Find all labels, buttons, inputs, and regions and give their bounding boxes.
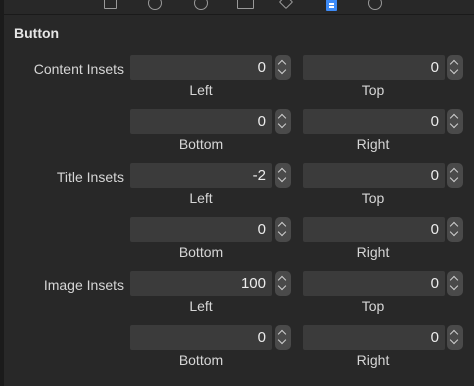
attributes-inspector: Button Content Insets 0 0 Left Top 0 0 B… [0, 0, 474, 386]
chevron-down-icon [449, 227, 459, 237]
content-insets-top-field[interactable]: 0 [303, 55, 445, 80]
chevron-down-icon [277, 335, 287, 345]
field-value: 100 [240, 275, 266, 292]
section-title: Button [14, 25, 60, 41]
chevron-down-icon [277, 173, 287, 183]
title-insets-top-stepper[interactable] [447, 163, 463, 188]
image-insets-bottom-caption: Bottom [178, 352, 224, 368]
image-insets-left-caption: Left [189, 298, 213, 314]
image-insets-right-stepper[interactable] [447, 325, 463, 350]
chevron-down-icon [277, 119, 287, 129]
content-insets-right-caption: Right [356, 136, 390, 152]
title-insets-bottom-field[interactable]: 0 [130, 217, 272, 242]
field-value: 0 [257, 221, 266, 238]
effects-icon[interactable] [368, 0, 382, 10]
chevron-down-icon [449, 65, 459, 75]
identity-icon[interactable] [194, 0, 208, 10]
field-value: 0 [257, 329, 266, 346]
field-value: 0 [430, 59, 439, 76]
content-insets-left-field[interactable]: 0 [130, 55, 272, 80]
image-insets-top-stepper[interactable] [447, 271, 463, 296]
field-value: -2 [252, 167, 266, 184]
image-insets-top-field[interactable]: 0 [303, 271, 445, 296]
field-value: 0 [430, 221, 439, 238]
chevron-down-icon [449, 335, 459, 345]
chevron-down-icon [449, 173, 459, 183]
field-value: 0 [257, 113, 266, 130]
attributes-icon[interactable] [237, 0, 254, 9]
title-insets-right-field[interactable]: 0 [303, 217, 445, 242]
chevron-down-icon [449, 281, 459, 291]
content-insets-right-field[interactable]: 0 [303, 109, 445, 134]
content-insets-left-stepper[interactable] [275, 55, 291, 80]
chevron-down-icon [277, 65, 287, 75]
image-insets-bottom-field[interactable]: 0 [130, 325, 272, 350]
title-insets-bottom-caption: Bottom [178, 244, 224, 260]
field-value: 0 [430, 167, 439, 184]
image-insets-bottom-stepper[interactable] [275, 325, 291, 350]
content-insets-top-caption: Top [361, 82, 385, 98]
file-icon[interactable] [104, 0, 117, 9]
title-insets-top-caption: Top [361, 190, 385, 206]
field-value: 0 [257, 59, 266, 76]
title-insets-left-field[interactable]: -2 [130, 163, 272, 188]
content-insets-left-caption: Left [189, 82, 213, 98]
chevron-down-icon [449, 119, 459, 129]
title-insets-right-caption: Right [356, 244, 390, 260]
content-insets-top-stepper[interactable] [447, 55, 463, 80]
chevron-down-icon [277, 227, 287, 237]
image-insets-left-field[interactable]: 100 [130, 271, 272, 296]
field-value: 0 [430, 329, 439, 346]
panel-divider [0, 0, 4, 386]
help-icon[interactable] [148, 0, 162, 10]
image-insets-label: Image Insets [43, 277, 124, 293]
title-insets-label: Title Insets [56, 169, 124, 185]
content-insets-bottom-caption: Bottom [178, 136, 224, 152]
inspector-tab-bar [4, 0, 474, 15]
field-value: 0 [430, 113, 439, 130]
field-value: 0 [430, 275, 439, 292]
content-insets-label: Content Insets [33, 61, 124, 77]
chevron-down-icon [277, 281, 287, 291]
image-insets-top-caption: Top [361, 298, 385, 314]
title-insets-left-stepper[interactable] [275, 163, 291, 188]
content-insets-right-stepper[interactable] [447, 109, 463, 134]
content-insets-bottom-stepper[interactable] [275, 109, 291, 134]
image-insets-right-caption: Right [356, 352, 390, 368]
connections-icon[interactable] [326, 0, 337, 11]
title-insets-bottom-stepper[interactable] [275, 217, 291, 242]
title-insets-right-stepper[interactable] [447, 217, 463, 242]
size-icon[interactable] [278, 0, 294, 10]
image-insets-left-stepper[interactable] [275, 271, 291, 296]
image-insets-right-field[interactable]: 0 [303, 325, 445, 350]
title-insets-left-caption: Left [189, 190, 213, 206]
title-insets-top-field[interactable]: 0 [303, 163, 445, 188]
content-insets-bottom-field[interactable]: 0 [130, 109, 272, 134]
